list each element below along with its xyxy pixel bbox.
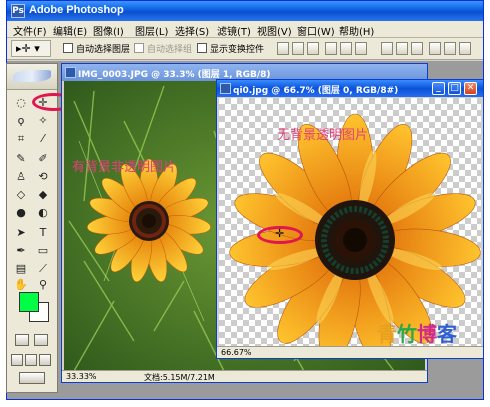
- show-transform-label: 显示变换控件: [210, 45, 265, 55]
- align-vcenter-icon[interactable]: [292, 42, 304, 55]
- stamp-tool-icon[interactable]: ♙: [11, 168, 31, 185]
- doc2-close-button[interactable]: ✕: [464, 82, 477, 95]
- foreground-color-swatch[interactable]: [19, 292, 39, 312]
- menu-view[interactable]: 视图(V): [257, 23, 292, 38]
- doc2-maximize-button[interactable]: □: [448, 82, 461, 95]
- feather-logo-icon: [13, 70, 51, 82]
- eyedropper-tool-icon[interactable]: ⟋: [33, 260, 53, 277]
- align-left-icon[interactable]: [325, 42, 337, 55]
- eraser-tool-icon[interactable]: ◇: [11, 186, 31, 203]
- distribute-hcenter-icon[interactable]: [444, 42, 456, 55]
- menu-window[interactable]: 窗口(W): [297, 23, 335, 38]
- align-bottom-icon[interactable]: [307, 42, 319, 55]
- lasso-tool-icon[interactable]: ϙ: [11, 112, 31, 129]
- options-bar: ▸✛ ▾ 自动选择图层 自动选择组 显示变换控件: [7, 38, 483, 60]
- notes-tool-icon[interactable]: ▤: [11, 260, 31, 277]
- distribute-top-icon[interactable]: [381, 42, 393, 55]
- move-cursor-icon: ✛: [275, 227, 285, 240]
- doc1-icon: [65, 67, 76, 78]
- align-right-icon[interactable]: [355, 42, 367, 55]
- doc1-doc-size[interactable]: 文档:5.15M/7.21M: [144, 372, 215, 383]
- doc1-overlay-text: 有背景非透明图片: [72, 160, 177, 175]
- menu-edit[interactable]: 编辑(E): [53, 23, 87, 38]
- toolbox: ◌ ✛ ϙ ✧ ⌗ ⁄ ✎ ✐ ♙ ⟲ ◇ ◆ ● ◐ ➤ T ✒ ▭ ▤ ⟋ …: [6, 63, 58, 393]
- auto-select-layer-label: 自动选择图层: [76, 45, 131, 55]
- zoom-tool-icon[interactable]: ⚲: [33, 276, 53, 293]
- doc2-zoom-level[interactable]: 66.67%: [221, 348, 252, 357]
- screen-mode-full-icon[interactable]: [39, 354, 51, 366]
- slice-tool-icon[interactable]: ⁄: [33, 130, 53, 147]
- toolbox-header: [7, 64, 57, 90]
- document-window-qi0: qi0.jpg @ 66.7% (图层 0, RGB/8#) _ □ ✕ 无背景…: [216, 79, 484, 359]
- pen-tool-icon[interactable]: ✒: [11, 242, 31, 259]
- hand-tool-icon[interactable]: ✋: [11, 276, 31, 293]
- magic-wand-tool-icon[interactable]: ✧: [33, 112, 53, 129]
- auto-select-group-checkbox: [134, 43, 144, 53]
- type-tool-icon[interactable]: T: [33, 224, 53, 241]
- align-top-icon[interactable]: [277, 42, 289, 55]
- doc1-status-bar: 33.33% 文档:5.15M/7.21M: [62, 370, 427, 382]
- align-hcenter-icon[interactable]: [340, 42, 352, 55]
- menu-layer[interactable]: 图层(L): [135, 23, 168, 38]
- quick-mask-mode-icon[interactable]: [34, 334, 48, 346]
- auto-select-group-label: 自动选择组: [147, 45, 193, 55]
- photoshop-app-icon: Ps: [11, 4, 25, 18]
- show-transform-checkbox[interactable]: [197, 43, 207, 53]
- brush-tool-icon[interactable]: ✐: [33, 150, 53, 167]
- distribute-left-icon[interactable]: [429, 42, 441, 55]
- gradient-tool-icon[interactable]: ◆: [33, 186, 53, 203]
- path-select-icon[interactable]: ➤: [11, 224, 31, 241]
- standard-mode-icon[interactable]: [15, 334, 29, 346]
- shape-tool-icon[interactable]: ▭: [33, 242, 53, 259]
- blur-tool-icon[interactable]: ●: [11, 204, 31, 221]
- menu-select[interactable]: 选择(S): [175, 23, 209, 38]
- menu-file[interactable]: 文件(F): [13, 23, 47, 38]
- doc2-minimize-button[interactable]: _: [432, 82, 445, 95]
- doc2-title: qi0.jpg @ 66.7% (图层 0, RGB/8#): [233, 86, 399, 96]
- auto-select-layer-checkbox[interactable]: [63, 43, 73, 53]
- title-bar: Ps Adobe Photoshop: [7, 1, 483, 21]
- menu-help[interactable]: 帮助(H): [339, 23, 374, 38]
- distribute-vcenter-icon[interactable]: [396, 42, 408, 55]
- marquee-tool-icon[interactable]: ◌: [11, 94, 31, 111]
- watermark-text: 青竹博客: [377, 322, 457, 346]
- doc1-zoom-level[interactable]: 33.33%: [66, 372, 97, 381]
- doc2-icon: [220, 83, 231, 94]
- doc2-status-bar: 66.67%: [217, 346, 483, 358]
- distribute-bottom-icon[interactable]: [411, 42, 423, 55]
- crop-tool-icon[interactable]: ⌗: [11, 130, 31, 147]
- dodge-tool-icon[interactable]: ◐: [33, 204, 53, 221]
- app-title: Adobe Photoshop: [29, 4, 124, 16]
- screen-mode-menubar-icon[interactable]: [25, 354, 37, 366]
- doc2-title-bar[interactable]: qi0.jpg @ 66.7% (图层 0, RGB/8#) _ □ ✕: [217, 80, 483, 97]
- jump-to-imageready-icon[interactable]: [19, 372, 45, 384]
- menu-bar: 文件(F) 编辑(E) 图像(I) 图层(L) 选择(S) 滤镜(T) 视图(V…: [7, 21, 483, 38]
- distribute-right-icon[interactable]: [459, 42, 471, 55]
- screen-mode-standard-icon[interactable]: [11, 354, 23, 366]
- menu-image[interactable]: 图像(I): [93, 23, 124, 38]
- tool-preset-picker[interactable]: ▸✛ ▾: [11, 40, 51, 57]
- history-brush-tool-icon[interactable]: ⟲: [33, 168, 53, 185]
- doc2-overlay-text: 无背景透明图片: [277, 128, 369, 143]
- menu-filter[interactable]: 滤镜(T): [217, 23, 251, 38]
- healing-brush-tool-icon[interactable]: ✎: [11, 150, 31, 167]
